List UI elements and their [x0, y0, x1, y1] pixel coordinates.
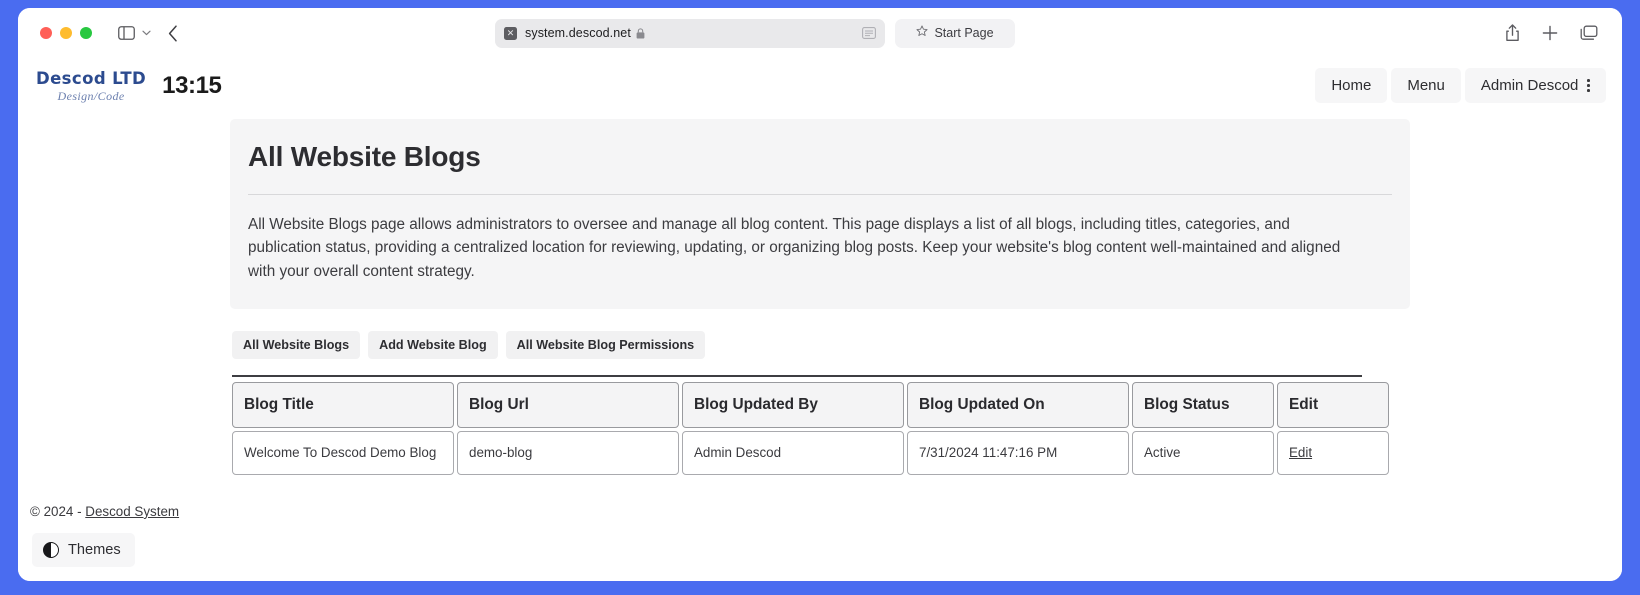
col-header-blog-url[interactable]: Blog Url — [457, 381, 679, 428]
site-logo[interactable]: Descod LTD Design/Code — [36, 69, 146, 102]
traffic-lights — [40, 27, 92, 39]
themes-label: Themes — [68, 542, 121, 558]
sidebar-toggle-icon[interactable] — [118, 26, 135, 40]
browser-toolbar: ✕ system.descod.net Start Page — [18, 8, 1622, 58]
tab-all-website-blog-permissions[interactable]: All Website Blog Permissions — [505, 330, 706, 359]
table-row: Welcome To Descod Demo Blog demo-blog Ad… — [232, 430, 1389, 475]
footer-copyright: © 2024 - — [30, 503, 86, 519]
browser-window: ✕ system.descod.net Start Page Descod LT… — [18, 8, 1622, 581]
nav-admin-label: Admin Descod — [1480, 77, 1579, 94]
page-content: Descod LTD Design/Code 13:15 Home Menu A… — [18, 58, 1622, 581]
kebab-dot — [1587, 84, 1590, 87]
col-header-blog-updated-by[interactable]: Blog Updated By — [682, 381, 904, 428]
lock-icon — [636, 27, 645, 39]
back-chevron-icon[interactable] — [168, 24, 178, 42]
main-navigation: Home Menu Admin Descod — [1315, 68, 1606, 103]
cell-blog-updated-on: 7/31/2024 11:47:16 PM — [907, 430, 1129, 475]
star-icon — [916, 24, 928, 42]
blogs-table: Blog Title Blog Url Blog Updated By Blog… — [229, 379, 1392, 478]
tab-all-website-blogs[interactable]: All Website Blogs — [232, 330, 361, 359]
title-divider — [248, 194, 1392, 195]
contrast-icon — [43, 542, 59, 558]
cell-blog-url: demo-blog — [457, 430, 679, 475]
col-header-blog-title[interactable]: Blog Title — [232, 381, 454, 428]
table-top-rule — [232, 374, 1362, 377]
cell-blog-status: Active — [1132, 430, 1274, 475]
page-footer: © 2024 - Descod System — [18, 504, 1622, 519]
page-title: All Website Blogs — [248, 141, 481, 172]
nav-home-label: Home — [1331, 77, 1372, 94]
tab-add-website-blog[interactable]: Add Website Blog — [368, 330, 498, 359]
footer-link[interactable]: Descod System — [85, 504, 179, 519]
logo-main-text: Descod LTD — [36, 69, 147, 89]
nav-menu[interactable]: Menu — [1391, 68, 1461, 103]
extension-icon[interactable]: ✕ — [504, 26, 517, 40]
table-body: Welcome To Descod Demo Blog demo-blog Ad… — [232, 430, 1389, 475]
col-header-blog-status[interactable]: Blog Status — [1132, 381, 1274, 428]
main-container: All Website Blogs All Website Blogs page… — [230, 119, 1410, 478]
themes-button[interactable]: Themes — [32, 533, 135, 567]
brand-group: Descod LTD Design/Code 13:15 — [36, 69, 222, 102]
col-header-edit[interactable]: Edit — [1277, 381, 1389, 428]
maximize-window-button[interactable] — [80, 27, 92, 39]
new-tab-icon[interactable] — [1542, 25, 1558, 41]
kebab-menu-icon[interactable] — [1587, 79, 1590, 92]
kebab-dot — [1587, 79, 1590, 82]
share-icon[interactable] — [1505, 24, 1520, 42]
logo-sub-text: Design/Code — [57, 88, 125, 103]
reader-view-icon[interactable] — [862, 27, 876, 39]
edit-link[interactable]: Edit — [1289, 445, 1312, 460]
kebab-dot — [1587, 89, 1590, 92]
tab-overview-icon[interactable] — [1580, 25, 1598, 41]
cell-blog-title: Welcome To Descod Demo Blog — [232, 430, 454, 475]
address-bar[interactable]: ✕ system.descod.net — [495, 18, 885, 48]
start-page-tab[interactable]: Start Page — [895, 18, 1015, 48]
page-jumbotron: All Website Blogs All Website Blogs page… — [230, 119, 1410, 309]
chevron-down-icon[interactable] — [142, 30, 151, 36]
table-header-row: Blog Title Blog Url Blog Updated By Blog… — [232, 381, 1389, 428]
toolbar-right-icons — [1505, 24, 1608, 42]
blogs-table-wrapper: Blog Title Blog Url Blog Updated By Blog… — [229, 374, 1410, 478]
table-head: Blog Title Blog Url Blog Updated By Blog… — [232, 381, 1389, 428]
url-text: system.descod.net — [525, 26, 631, 40]
close-window-button[interactable] — [40, 27, 52, 39]
header-clock: 13:15 — [162, 71, 222, 99]
cell-blog-updated-by: Admin Descod — [682, 430, 904, 475]
nav-home[interactable]: Home — [1315, 68, 1388, 103]
col-header-blog-updated-on[interactable]: Blog Updated On — [907, 381, 1129, 428]
nav-menu-label: Menu — [1407, 77, 1445, 94]
start-page-label: Start Page — [934, 26, 994, 40]
nav-admin-descod[interactable]: Admin Descod — [1464, 68, 1606, 103]
site-header: Descod LTD Design/Code 13:15 Home Menu A… — [18, 58, 1622, 113]
address-bar-group: ✕ system.descod.net Start Page — [495, 18, 1015, 48]
action-button-row: All Website Blogs Add Website Blog All W… — [230, 330, 1410, 359]
minimize-window-button[interactable] — [60, 27, 72, 39]
cell-edit: Edit — [1277, 430, 1389, 475]
extension-glyph: ✕ — [506, 27, 515, 38]
page-description: All Website Blogs page allows administra… — [248, 216, 1341, 280]
